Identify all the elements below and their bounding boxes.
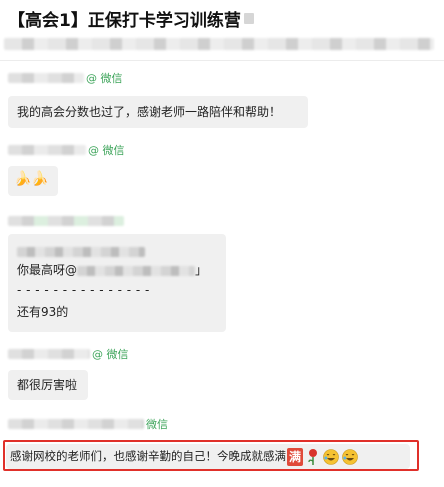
sender-name-redacted — [8, 419, 144, 429]
message-bubble[interactable]: 你最高呀@ 」 - - - - - - - - - - - - - - - 还有9… — [8, 234, 226, 332]
member-list-redacted — [4, 38, 434, 50]
wechat-tag: @ 微信 — [88, 144, 125, 157]
sender-row: @ 微信 — [8, 144, 125, 157]
message-bubble[interactable]: 都很厉害啦 — [8, 370, 88, 400]
quote-close: 」 — [195, 263, 208, 277]
sender-name-redacted — [8, 145, 86, 155]
sender-name-redacted — [8, 216, 124, 226]
quoted-sender-redacted — [17, 240, 217, 260]
sender-row: 微信 — [8, 418, 168, 431]
message-bubble[interactable]: 🍌🍌 — [8, 166, 58, 196]
message-bubble[interactable]: 我的高会分数也过了，感谢老师一路陪伴和帮助！ — [8, 96, 308, 128]
sender-name-redacted — [8, 349, 90, 359]
sender-row: @ 微信 — [8, 72, 123, 85]
wechat-tag: @ 微信 — [86, 72, 123, 85]
wechat-tag: @ 微信 — [92, 348, 129, 361]
sender-row: @ 微信 — [8, 348, 129, 361]
quoted-message: 你最高呀@ 」 — [17, 260, 217, 280]
highlight-box — [3, 440, 419, 471]
wechat-tag: 微信 — [146, 418, 168, 431]
mention-redacted — [77, 265, 196, 276]
reply-text: 还有93的 — [17, 305, 69, 319]
banana-emoji-icon: 🍌🍌 — [14, 171, 49, 187]
quote-separator: - - - - - - - - - - - - - - - — [17, 283, 150, 297]
chat-header: 【高会1】正保打卡学习训练营 — [0, 0, 444, 60]
group-title: 【高会1】正保打卡学习训练营 — [8, 11, 241, 31]
header-divider — [0, 60, 444, 61]
quoted-text: 你最高呀@ — [17, 263, 78, 277]
message-text: 都很厉害啦 — [17, 378, 78, 392]
status-icon — [244, 13, 254, 24]
message-text: 我的高会分数也过了，感谢老师一路陪伴和帮助！ — [17, 105, 282, 119]
sender-name-redacted — [8, 73, 84, 83]
sender-row — [8, 215, 124, 227]
